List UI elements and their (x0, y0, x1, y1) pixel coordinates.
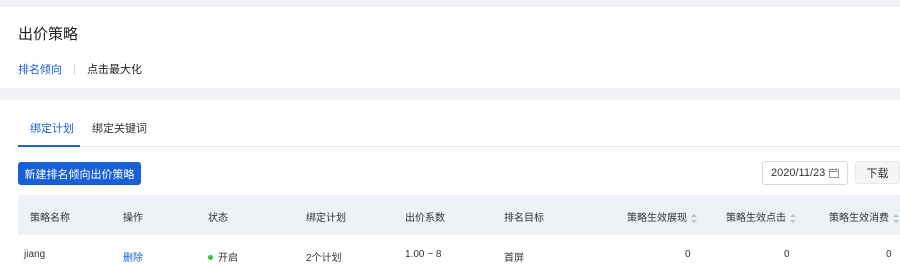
status-dot-icon (208, 254, 213, 260)
col-rank-target: 排名目标 (504, 213, 544, 224)
col-bid-coefficient: 出价系数 (405, 213, 445, 224)
col-impressions-label: 策略生效展现 (627, 213, 687, 224)
nav-divider (74, 63, 75, 75)
col-cost[interactable]: 策略生效消费 (829, 209, 899, 224)
col-bound-plan: 绑定计划 (306, 213, 346, 224)
cell-bound-plan: 2个计划 (306, 253, 342, 264)
col-operation: 操作 (123, 213, 143, 224)
cell-clicks: 0 (784, 249, 790, 260)
tab-active-indicator (18, 145, 80, 147)
cell-impressions: 0 (685, 249, 691, 260)
status-label: 开启 (218, 253, 238, 264)
header-card: 出价策略 排名倾向 点击最大化 (0, 7, 900, 88)
col-clicks[interactable]: 策略生效点击 (726, 209, 796, 224)
nav-ranking-tendency[interactable]: 排名倾向 (18, 61, 62, 77)
cell-rank-target: 首屏 (504, 253, 524, 264)
sort-icon[interactable] (790, 213, 796, 223)
cell-cost: 0 (886, 249, 892, 260)
tab-bind-plan[interactable]: 绑定计划 (30, 120, 74, 136)
date-value: 2020/11/23 (771, 167, 826, 179)
calendar-icon (829, 168, 839, 178)
col-status: 状态 (208, 213, 228, 224)
strategy-type-nav: 排名倾向 点击最大化 (18, 61, 142, 77)
tab-bind-keyword[interactable]: 绑定关键词 (92, 120, 147, 136)
col-cost-label: 策略生效消费 (829, 213, 889, 224)
cell-strategy-name: jiang (24, 249, 46, 260)
cell-bid-coefficient: 1.00 ~ 8 (405, 249, 442, 260)
delete-link[interactable]: 删除 (123, 249, 143, 264)
tab-bar: 绑定计划 绑定关键词 (18, 100, 900, 147)
col-impressions[interactable]: 策略生效展现 (627, 209, 697, 224)
new-strategy-button[interactable]: 新建排名倾向出价策略 (18, 162, 141, 185)
table-row: jiang 删除 开启 2个计划 1.00 ~ 8 首屏 0 0 0 (18, 235, 900, 271)
download-button[interactable]: 下载 (855, 161, 900, 184)
col-strategy-name: 策略名称 (30, 213, 70, 224)
table-header: 策略名称 操作 状态 绑定计划 出价系数 排名目标 策略生效展现 策略生效点击 … (18, 195, 900, 235)
sort-icon[interactable] (691, 213, 697, 223)
main-card: 绑定计划 绑定关键词 新建排名倾向出价策略 2020/11/23 下载 策略名称… (0, 100, 900, 271)
sort-icon[interactable] (893, 213, 899, 223)
date-picker[interactable]: 2020/11/23 (762, 161, 848, 185)
col-clicks-label: 策略生效点击 (726, 213, 786, 224)
cell-status: 开启 (208, 249, 238, 264)
page-title: 出价策略 (18, 26, 79, 43)
nav-click-maximize[interactable]: 点击最大化 (87, 61, 142, 77)
